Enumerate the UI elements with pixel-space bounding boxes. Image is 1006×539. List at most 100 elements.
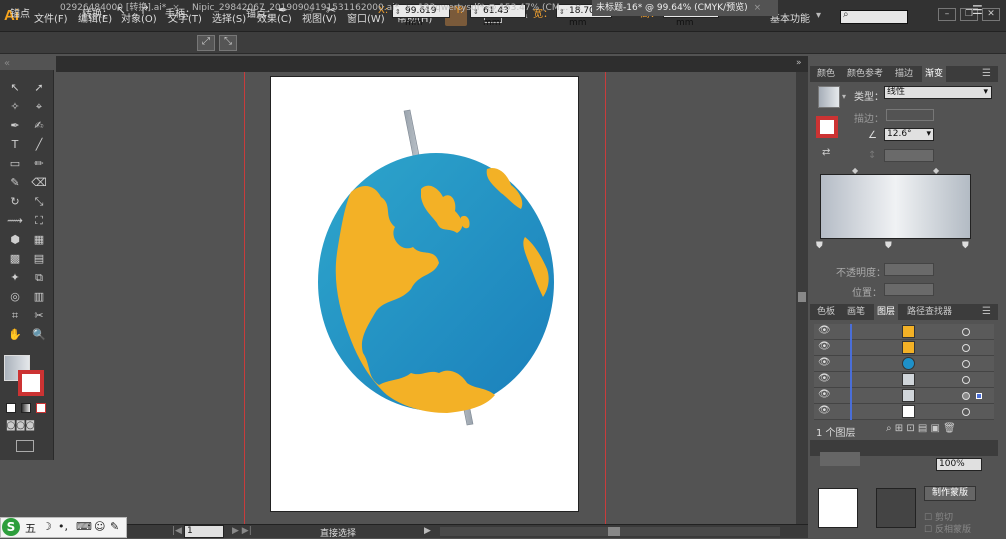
opacity-field[interactable] bbox=[884, 263, 934, 276]
perspective-tool-icon[interactable]: ▦ bbox=[30, 232, 48, 248]
layer-row[interactable]: 👁 bbox=[814, 324, 994, 340]
color-stop-icon[interactable]: ⛊ bbox=[885, 241, 892, 251]
line-tool-icon[interactable]: ╱ bbox=[30, 137, 48, 153]
search-input[interactable] bbox=[840, 10, 908, 24]
shape-builder-tool-icon[interactable]: ⬢ bbox=[6, 232, 24, 248]
tab-brushes[interactable]: 画笔 bbox=[844, 304, 868, 320]
none-mode-icon[interactable] bbox=[36, 403, 46, 413]
next-artboard-icon[interactable]: ▶ ▶| bbox=[232, 526, 252, 536]
target-circle-icon[interactable] bbox=[962, 328, 970, 336]
layer-row[interactable]: 👁 bbox=[814, 356, 994, 372]
visibility-eye-icon[interactable]: 👁 bbox=[818, 325, 831, 336]
object-thumbnail[interactable] bbox=[818, 488, 858, 528]
layer-row[interactable]: 👁 bbox=[814, 340, 994, 356]
layer-row[interactable]: 👁 bbox=[814, 388, 994, 404]
scale-tool-icon[interactable]: ⤡ bbox=[30, 194, 48, 210]
layer-actions-icons[interactable]: ⌕ ⊞ ⊡ ▤ ▣ 🗑 bbox=[886, 423, 956, 434]
direct-tool-icon[interactable]: ↖ bbox=[6, 80, 24, 96]
aspect-field[interactable] bbox=[884, 149, 934, 162]
curvature-tool-icon[interactable]: ✍ bbox=[30, 118, 48, 134]
stroke-swatch[interactable] bbox=[18, 370, 44, 396]
symbol-sprayer-tool-icon[interactable]: ◎ bbox=[6, 289, 24, 305]
position-field[interactable] bbox=[884, 283, 934, 296]
gradient-tool-icon[interactable]: ▤ bbox=[30, 251, 48, 267]
gradient-slider[interactable] bbox=[820, 174, 971, 239]
keyboard-icon[interactable]: ⌨ bbox=[76, 520, 92, 533]
angle-field[interactable]: 12.6° ▾ bbox=[884, 128, 934, 141]
type-tool-icon[interactable]: T bbox=[6, 137, 24, 153]
color-stop-icon[interactable]: ⛊ bbox=[816, 241, 823, 251]
close-button[interactable]: ✕ bbox=[982, 8, 1000, 21]
tab-document-2[interactable]: Nipic_29842067_20190904191531162000.ai* × bbox=[188, 0, 410, 16]
invert-mask-checkbox[interactable]: ☐ 反相蒙版 bbox=[924, 522, 971, 535]
make-mask-button[interactable]: 制作蒙版 bbox=[924, 486, 976, 501]
slice-tool-icon[interactable]: ✂ bbox=[30, 308, 48, 324]
punctuation-icon[interactable]: •, bbox=[58, 520, 68, 533]
visibility-eye-icon[interactable]: 👁 bbox=[818, 357, 831, 368]
ime-logo-icon[interactable]: S bbox=[2, 518, 20, 536]
draw-mode-icon[interactable]: ◙◙◙ bbox=[6, 420, 35, 431]
artboard-number-field[interactable]: 1 bbox=[184, 525, 224, 538]
blend-mode-select[interactable] bbox=[820, 452, 860, 466]
hand-tool-icon[interactable]: ✋ bbox=[6, 327, 24, 343]
artboard[interactable] bbox=[270, 76, 579, 512]
close-icon[interactable]: × bbox=[405, 3, 410, 13]
ime-mode[interactable]: 五 bbox=[25, 520, 36, 536]
reverse-gradient-icon[interactable]: ⇄ bbox=[822, 147, 830, 158]
scrollbar-thumb[interactable] bbox=[798, 292, 806, 302]
eraser-tool-icon[interactable]: ⌫ bbox=[30, 175, 48, 191]
mesh-tool-icon[interactable]: ▩ bbox=[6, 251, 24, 267]
eyedropper-tool-icon[interactable]: ✦ bbox=[6, 270, 24, 286]
tab-gradient[interactable]: 渐变 bbox=[922, 66, 947, 82]
selection-tool-icon[interactable]: ➚ bbox=[30, 80, 48, 96]
target-circle-icon[interactable] bbox=[962, 408, 970, 416]
lasso-tool-icon[interactable]: ⌖ bbox=[30, 99, 48, 115]
panel-menu-icon[interactable]: ☰ bbox=[982, 306, 991, 317]
stroke-gradient-options[interactable] bbox=[886, 109, 934, 121]
gradient-mode-icon[interactable] bbox=[21, 403, 31, 413]
panel-collapse-icon[interactable]: « bbox=[4, 58, 10, 69]
panel-menu-icon[interactable]: ☰ bbox=[972, 3, 983, 17]
user-icon[interactable]: ☺ bbox=[94, 520, 105, 533]
tab-stroke[interactable]: 描边 bbox=[892, 66, 916, 82]
tab-document-active[interactable]: 未标题-16* @ 99.64% (CMYK/预览) × bbox=[592, 0, 778, 16]
visibility-eye-icon[interactable]: 👁 bbox=[818, 389, 831, 400]
target-circle-icon[interactable] bbox=[962, 376, 970, 384]
mask-thumbnail[interactable] bbox=[876, 488, 916, 528]
color-stop-icon[interactable]: ⛊ bbox=[962, 241, 969, 251]
target-circle-icon[interactable] bbox=[962, 360, 970, 368]
zoom-tool-icon[interactable]: 🔍 bbox=[30, 327, 48, 343]
visibility-eye-icon[interactable]: 👁 bbox=[818, 405, 831, 416]
tab-color-guide[interactable]: 颜色参考 bbox=[844, 66, 886, 82]
layer-row[interactable]: 👁 bbox=[814, 404, 994, 420]
tab-pathfinder[interactable]: 路径查找器 bbox=[904, 304, 955, 320]
pen-tool-icon[interactable]: ✒ bbox=[6, 118, 24, 134]
free-transform-tool-icon[interactable]: ⛶ bbox=[30, 213, 48, 229]
magic-wand-tool-icon[interactable]: ✧ bbox=[6, 99, 24, 115]
screen-mode-icon[interactable] bbox=[16, 440, 34, 452]
moon-icon[interactable]: ☽ bbox=[42, 520, 52, 533]
color-mode-icon[interactable] bbox=[6, 403, 16, 413]
layer-row[interactable]: 👁 bbox=[814, 372, 994, 388]
show-handles-icon[interactable]: ⤢ bbox=[197, 35, 215, 51]
close-icon[interactable]: × bbox=[754, 3, 762, 13]
tab-document-1[interactable]: 02926484000 [转换].ai* × bbox=[56, 0, 182, 16]
close-icon[interactable]: × bbox=[172, 3, 180, 13]
blend-tool-icon[interactable]: ⧉ bbox=[30, 270, 48, 286]
rectangle-tool-icon[interactable]: ▭ bbox=[6, 156, 24, 172]
panel-menu-icon[interactable]: ☰ bbox=[982, 68, 991, 79]
graph-tool-icon[interactable]: ▥ bbox=[30, 289, 48, 305]
rotate-tool-icon[interactable]: ↻ bbox=[6, 194, 24, 210]
transparency-opacity-field[interactable]: 100% bbox=[936, 458, 982, 471]
minimize-button[interactable]: – bbox=[938, 8, 956, 21]
settings-icon[interactable]: ✎ bbox=[110, 520, 119, 533]
tab-overflow-icon[interactable]: » bbox=[796, 58, 802, 68]
artboard-tool-icon[interactable]: ⌗ bbox=[6, 308, 24, 324]
warp-tool-icon[interactable]: ⟿ bbox=[6, 213, 24, 229]
gradient-preview[interactable] bbox=[818, 86, 840, 108]
tab-layers[interactable]: 图层 bbox=[874, 304, 899, 320]
tab-color[interactable]: 颜色 bbox=[814, 66, 838, 82]
visibility-eye-icon[interactable]: 👁 bbox=[818, 341, 831, 352]
tab-document-3[interactable]: 123qwertysdf* @ 153.47% (CM... × bbox=[414, 0, 590, 16]
scrollbar-thumb[interactable] bbox=[608, 527, 620, 536]
